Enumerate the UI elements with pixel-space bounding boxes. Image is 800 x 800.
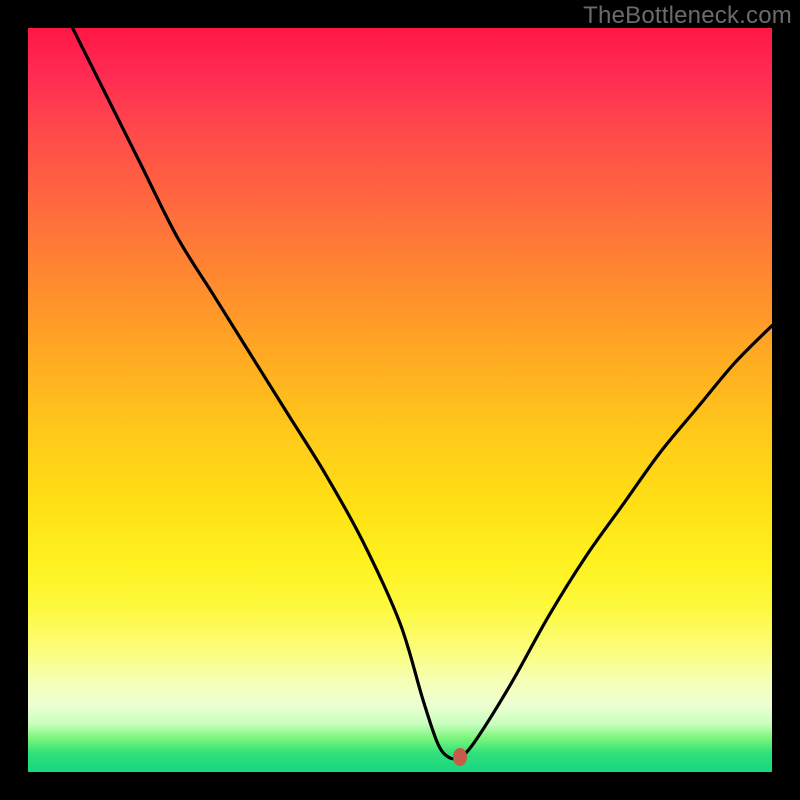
bottleneck-curve (28, 28, 772, 772)
watermark-text: TheBottleneck.com (583, 2, 792, 30)
plot-area (28, 28, 772, 772)
minimum-marker (453, 748, 467, 766)
chart-frame: TheBottleneck.com (0, 0, 800, 800)
